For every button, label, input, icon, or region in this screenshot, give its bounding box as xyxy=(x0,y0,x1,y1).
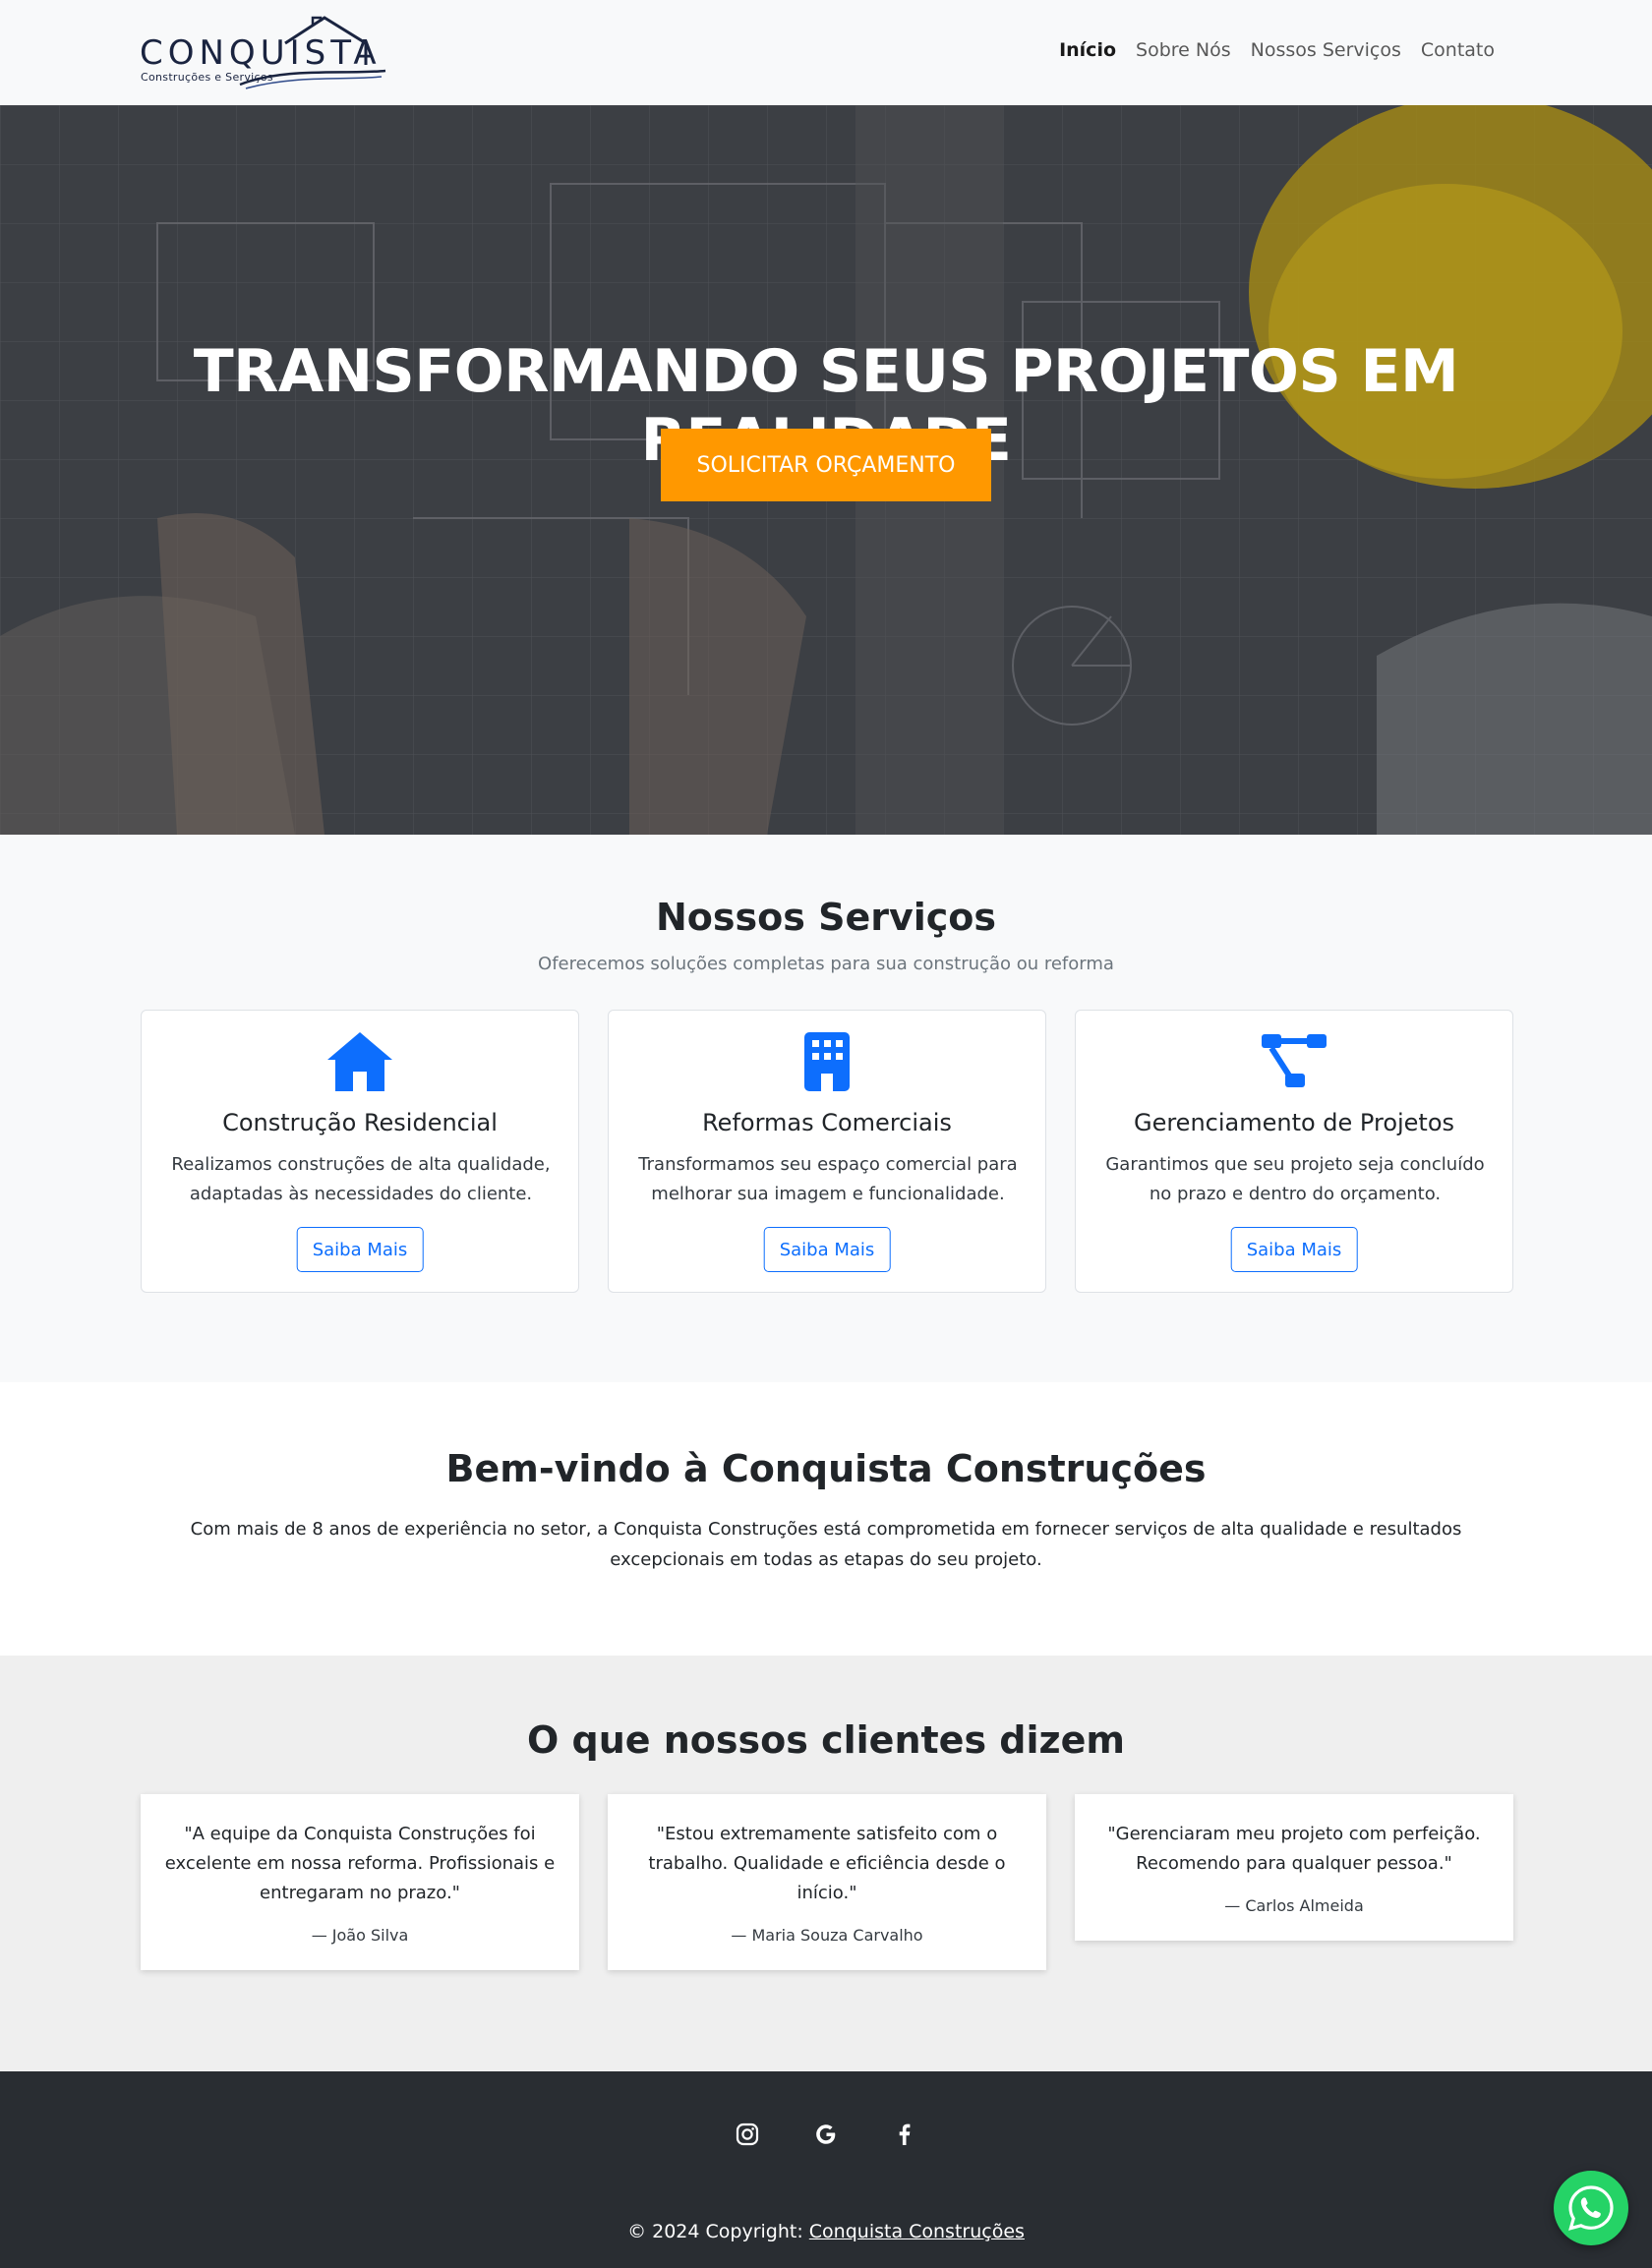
building-icon xyxy=(793,1030,861,1093)
project-diagram-icon xyxy=(1260,1030,1328,1093)
service-card: Gerenciamento de Projetos Garantimos que… xyxy=(1075,1010,1513,1293)
testimonial-author: — Maria Souza Carvalho xyxy=(731,1926,923,1945)
services-subtitle: Oferecemos soluções completas para sua c… xyxy=(538,954,1114,974)
brand-logo[interactable]: CONQUISTA Construções e Serviços xyxy=(138,16,393,90)
nav-item-contato[interactable]: Contato xyxy=(1411,39,1504,61)
brand-tagline: Construções e Serviços xyxy=(141,71,273,84)
about-text: Com mais de 8 anos de experiência no set… xyxy=(190,1519,1462,1570)
whatsapp-button[interactable] xyxy=(1554,2171,1628,2245)
service-title: Reformas Comerciais xyxy=(702,1109,952,1136)
service-title: Construção Residencial xyxy=(222,1109,498,1136)
facebook-icon[interactable] xyxy=(892,2122,917,2147)
social-links xyxy=(0,2122,1652,2147)
service-card: Reformas Comerciais Transformamos seu es… xyxy=(608,1010,1046,1293)
about-title: Bem-vindo à Conquista Construções xyxy=(445,1447,1207,1490)
service-text: Transformamos seu espaço comercial para … xyxy=(638,1154,1018,1204)
footer: © 2024 Copyright: Conquista Construções xyxy=(0,2071,1652,2268)
service-text: Realizamos construções de alta qualidade… xyxy=(171,1154,551,1204)
brand-name: CONQUISTA xyxy=(140,33,382,73)
copyright-prefix: © 2024 Copyright: xyxy=(627,2221,809,2242)
testimonial-quote: "Estou extremamente satisfeito com o tra… xyxy=(648,1824,1006,1903)
house-icon xyxy=(325,1030,394,1093)
service-text: Garantimos que seu projeto seja concluíd… xyxy=(1105,1154,1485,1204)
instagram-icon[interactable] xyxy=(735,2122,760,2147)
service-card: Construção Residencial Realizamos constr… xyxy=(141,1010,579,1293)
testimonial-card: "Estou extremamente satisfeito com o tra… xyxy=(608,1794,1046,1970)
testimonials-title: O que nossos clientes dizem xyxy=(526,1718,1126,1762)
whatsapp-icon xyxy=(1568,2185,1614,2231)
testimonial-author: — Carlos Almeida xyxy=(1224,1896,1364,1915)
services-title: Nossos Serviços xyxy=(655,896,997,939)
testimonial-card: "A equipe da Conquista Construções foi e… xyxy=(141,1794,579,1970)
service-title: Gerenciamento de Projetos xyxy=(1133,1109,1455,1136)
copyright: © 2024 Copyright: Conquista Construções xyxy=(0,2221,1652,2242)
copyright-link[interactable]: Conquista Construções xyxy=(809,2221,1025,2242)
learn-more-button[interactable]: Saiba Mais xyxy=(763,1227,891,1272)
testimonial-author: — João Silva xyxy=(311,1926,409,1945)
google-icon[interactable] xyxy=(813,2122,839,2147)
nav-item-inicio[interactable]: Início xyxy=(1049,39,1126,61)
navbar: CONQUISTA Construções e Serviços Início … xyxy=(0,0,1652,105)
nav-item-nossos-servicos[interactable]: Nossos Serviços xyxy=(1241,39,1411,61)
request-quote-button[interactable]: SOLICITAR ORÇAMENTO xyxy=(661,429,991,501)
hero-section: TRANSFORMANDO SEUS PROJETOS EM REALIDADE… xyxy=(0,105,1652,835)
testimonial-card: "Gerenciaram meu projeto com perfeição. … xyxy=(1075,1794,1513,1941)
testimonials-section: O que nossos clientes dizem "A equipe da… xyxy=(0,1656,1652,2071)
testimonial-quote: "Gerenciaram meu projeto com perfeição. … xyxy=(1107,1824,1481,1874)
learn-more-button[interactable]: Saiba Mais xyxy=(1230,1227,1358,1272)
learn-more-button[interactable]: Saiba Mais xyxy=(296,1227,424,1272)
testimonial-quote: "A equipe da Conquista Construções foi e… xyxy=(164,1824,556,1903)
nav-item-sobre-nos[interactable]: Sobre Nós xyxy=(1126,39,1241,61)
services-section: Nossos Serviços Oferecemos soluções comp… xyxy=(0,835,1652,1382)
about-section: Bem-vindo à Conquista Construções Com ma… xyxy=(0,1382,1652,1656)
main-nav: Início Sobre Nós Nossos Serviços Contato xyxy=(1049,39,1504,61)
